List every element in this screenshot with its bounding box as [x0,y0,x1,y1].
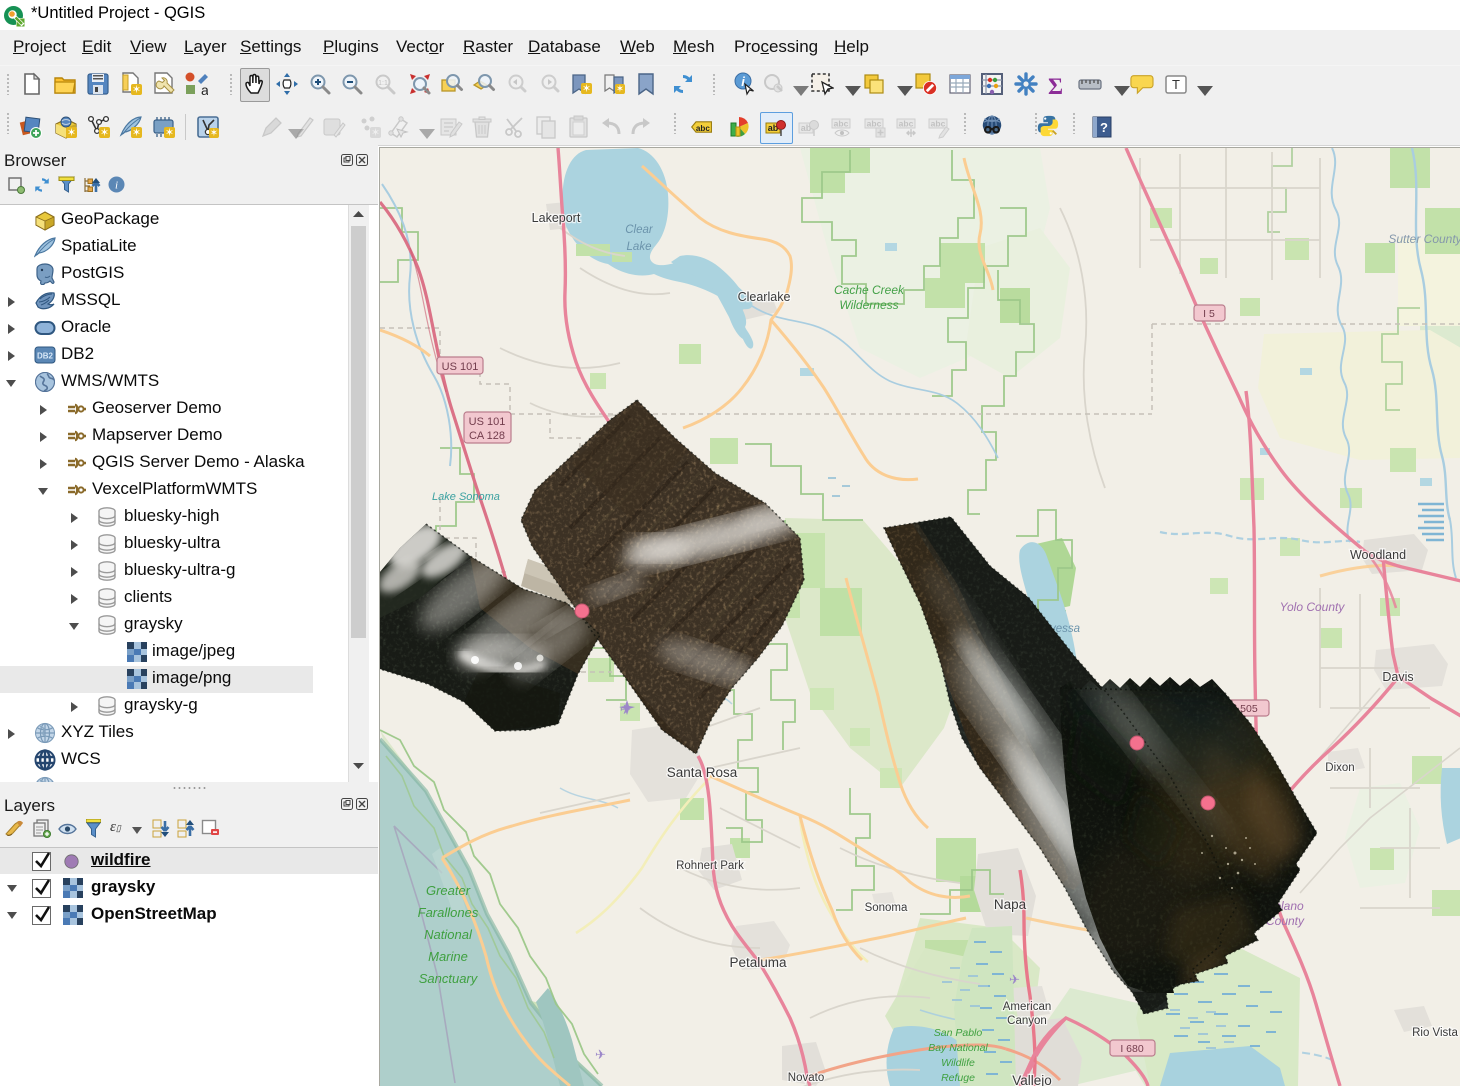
svg-text:abc: abc [834,119,849,129]
svg-text:i: i [741,74,745,89]
svg-text:I 5: I 5 [1203,308,1215,320]
svg-text:Refuge: Refuge [941,1072,975,1084]
svg-text:Vallejo: Vallejo [1012,1073,1052,1086]
svg-text:Lake Sonoma: Lake Sonoma [432,491,500,503]
svg-text:✶: ✶ [100,127,109,139]
svg-text:a: a [201,82,208,96]
svg-text:Novato: Novato [788,1072,824,1084]
svg-text:✶: ✶ [210,128,218,139]
svg-text:Greater: Greater [426,883,471,898]
svg-text:I 680: I 680 [1120,1043,1144,1055]
svg-text:abc: abc [931,119,946,129]
svg-text:CA 128: CA 128 [469,430,505,442]
svg-text:✶: ✶ [582,83,591,95]
svg-text:Clearlake: Clearlake [738,290,791,304]
svg-text:Lakeport: Lakeport [532,211,581,225]
svg-text:abc: abc [867,119,882,129]
svg-text:Napa: Napa [994,897,1027,912]
svg-text:✈: ✈ [1009,972,1020,987]
svg-text:Woodland: Woodland [1350,548,1406,562]
svg-text:Wildlife: Wildlife [941,1057,975,1069]
svg-text:✶: ✶ [132,127,141,139]
svg-text:abc: abc [696,124,710,133]
svg-text:Petaluma: Petaluma [729,955,787,970]
svg-text:Davis: Davis [1382,670,1413,684]
svg-text:Sanctuary: Sanctuary [419,971,479,986]
svg-text:National: National [424,927,473,942]
svg-text:Dixon: Dixon [1325,762,1354,774]
svg-text:1:1: 1:1 [378,80,388,87]
svg-text:?: ? [1100,120,1108,135]
svg-text:Canyon: Canyon [1007,1015,1047,1027]
svg-text:Lake: Lake [627,241,652,253]
svg-text:✶: ✶ [165,127,174,139]
svg-text:Marine: Marine [428,949,468,964]
svg-text:American: American [1003,1001,1052,1013]
svg-text:Santa Rosa: Santa Rosa [667,765,738,780]
svg-text:Sutter County: Sutter County [1388,232,1460,246]
svg-text:✶: ✶ [132,84,141,96]
svg-text:abc: abc [899,119,914,129]
svg-text:✈: ✈ [620,702,631,717]
svg-text:San Pablo: San Pablo [934,1027,983,1039]
svg-text:Bay National: Bay National [928,1042,988,1054]
svg-text:Sonoma: Sonoma [865,902,908,914]
svg-text:Farallones: Farallones [418,905,479,920]
svg-text:Cache Creek: Cache Creek [834,283,905,297]
svg-text:Clear: Clear [625,224,654,236]
svg-text:Yolo County: Yolo County [1280,600,1346,614]
svg-text:Rio Vista: Rio Vista [1412,1027,1458,1039]
svg-text:✶: ✶ [67,127,76,139]
svg-text:✶: ✶ [371,127,380,139]
svg-text:Rohnert Park: Rohnert Park [676,860,744,872]
svg-text:US 101: US 101 [442,361,479,373]
svg-text:✶: ✶ [616,84,624,95]
svg-text:✈: ✈ [595,1047,606,1062]
svg-text:Wilderness: Wilderness [839,298,898,312]
svg-text:US 101: US 101 [469,416,506,428]
svg-text:T: T [1172,77,1180,92]
